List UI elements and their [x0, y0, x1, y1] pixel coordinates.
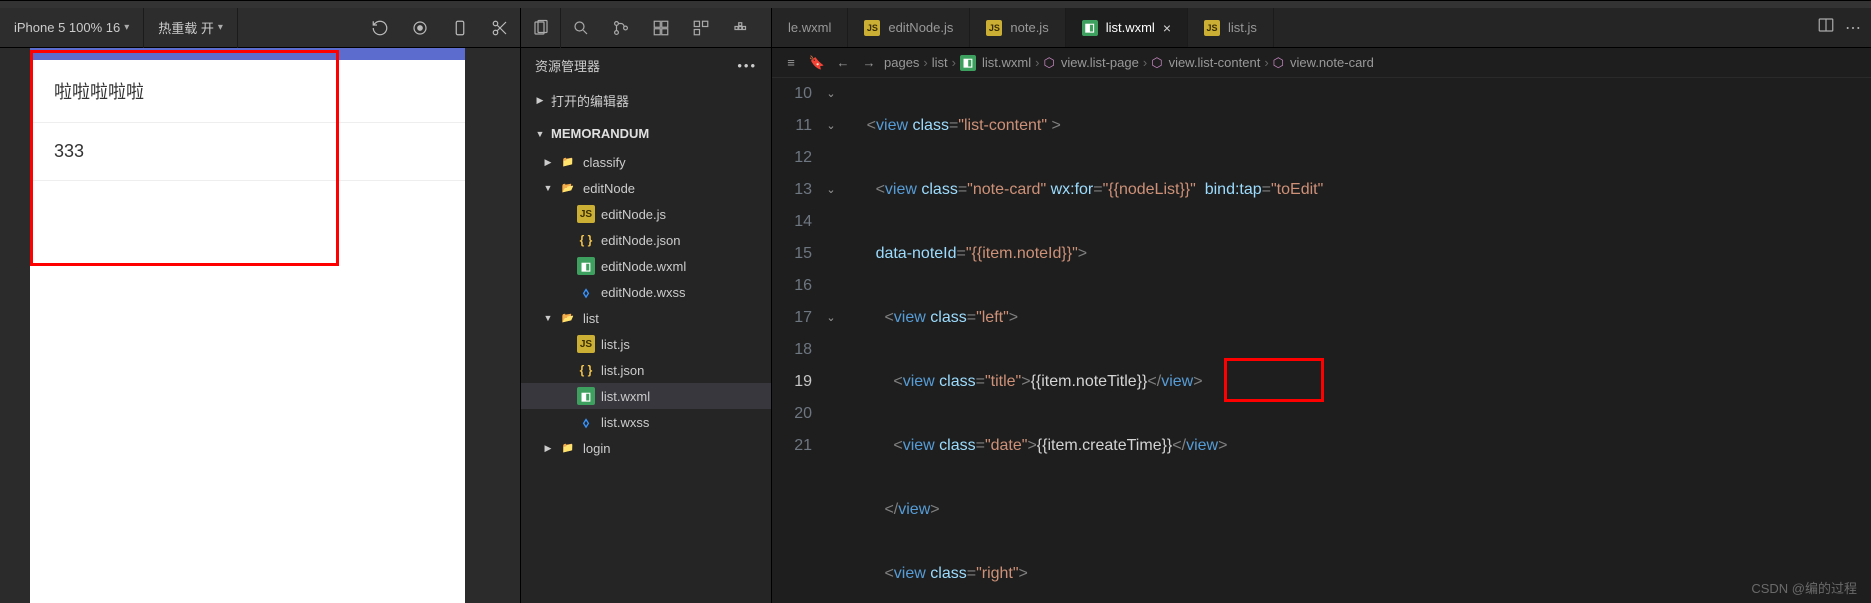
crumb-view1[interactable]: ⬡view.list-page [1043, 55, 1138, 71]
git-icon[interactable] [601, 8, 641, 48]
chevron-right-icon: ▶ [535, 95, 545, 106]
watermark: CSDN @编的过程 [1751, 578, 1857, 597]
tab-list-wxml[interactable]: ◧list.wxml× [1066, 8, 1188, 47]
close-icon[interactable]: × [1163, 20, 1171, 36]
line-gutter: 101112131415161718192021 [772, 78, 822, 603]
record-icon[interactable] [400, 8, 440, 48]
extensions-icon[interactable] [681, 8, 721, 48]
wxss-icon: ⬨ [577, 413, 595, 431]
json-icon: { } [577, 361, 595, 379]
folder-classify[interactable]: ▶📁classify [521, 149, 771, 175]
json-icon: { } [577, 231, 595, 249]
symbol-icon: ⬡ [1043, 55, 1054, 71]
editor-tabs: le.wxml JSeditNode.js JSnote.js ◧list.wx… [772, 8, 1871, 48]
editor-pane: le.wxml JSeditNode.js JSnote.js ◧list.wx… [772, 8, 1871, 603]
symbol-icon: ⬡ [1273, 55, 1284, 71]
device-label: iPhone 5 100% 16 [14, 20, 120, 35]
crumb-view3[interactable]: ⬡view.note-card [1273, 55, 1374, 71]
file-list-wxss[interactable]: ⬨list.wxss [521, 409, 771, 435]
device-frame-icon[interactable] [440, 8, 480, 48]
file-editnode-wxss[interactable]: ⬨editNode.wxss [521, 279, 771, 305]
tab-list-js[interactable]: JSlist.js [1188, 8, 1274, 47]
chevron-down-icon: ▾ [124, 22, 129, 33]
highlight-box-2 [1224, 358, 1324, 402]
code-editor[interactable]: 101112131415161718192021 ⌄⌄⌄⌄ <view clas… [772, 78, 1871, 603]
wxml-icon: ◧ [577, 387, 595, 405]
crumb-list[interactable]: list [932, 55, 948, 70]
tab-note-js[interactable]: JSnote.js [970, 8, 1065, 47]
file-list-json[interactable]: { }list.json [521, 357, 771, 383]
code-lines[interactable]: <view class="list-content" > <view class… [840, 78, 1871, 603]
docker-icon[interactable] [721, 8, 761, 48]
wxss-icon: ⬨ [577, 283, 595, 301]
open-editors-section[interactable]: ▶ 打开的编辑器 [521, 83, 771, 118]
sim-toolbar: iPhone 5 100% 16 ▾ 热重载 开 ▾ [0, 8, 520, 48]
chevron-down-icon: ▼ [535, 129, 545, 139]
folder-editnode[interactable]: ▼📂editNode [521, 175, 771, 201]
sim-viewport: 啦啦啦啦啦 333 [0, 48, 520, 603]
js-icon: JS [577, 335, 595, 353]
workspace-section[interactable]: ▼ MEMORANDUM [521, 118, 771, 149]
folder-icon: 📁 [559, 439, 577, 457]
tab-editnode-js[interactable]: JSeditNode.js [848, 8, 970, 47]
more-icon[interactable]: ••• [737, 58, 757, 73]
symbol-icon: ⬡ [1151, 55, 1162, 71]
note-item-1[interactable]: 啦啦啦啦啦 [30, 60, 465, 123]
list-icon[interactable]: ≡ [780, 52, 802, 74]
js-icon: JS [864, 20, 880, 36]
folder-login[interactable]: ▶📁login [521, 435, 771, 461]
back-icon[interactable]: ← [832, 52, 854, 74]
search-icon[interactable] [561, 8, 601, 48]
explorer-header: 资源管理器 ••• [521, 48, 771, 83]
refresh-icon[interactable] [360, 8, 400, 48]
tab-le-wxml[interactable]: le.wxml [772, 8, 848, 47]
wxml-icon: ◧ [960, 55, 976, 71]
crumb-pages[interactable]: pages [884, 55, 919, 70]
chevron-down-icon: ▾ [218, 22, 223, 33]
more-icon[interactable]: ⋯ [1845, 18, 1861, 38]
crumb-file[interactable]: ◧list.wxml [960, 55, 1031, 71]
folder-open-icon: 📂 [559, 309, 577, 327]
folder-open-icon: 📂 [559, 179, 577, 197]
file-list-js[interactable]: JSlist.js [521, 331, 771, 357]
note-item-2[interactable]: 333 [30, 123, 465, 181]
file-tree: ▶📁classify ▼📂editNode JSeditNode.js { }e… [521, 149, 771, 461]
file-editnode-json[interactable]: { }editNode.json [521, 227, 771, 253]
wxml-icon: ◧ [1082, 20, 1098, 36]
wxml-icon: ◧ [577, 257, 595, 275]
bookmark-icon[interactable]: 🔖 [806, 52, 828, 74]
breadcrumb: ≡ 🔖 ← → pages› list› ◧list.wxml› ⬡view.l… [772, 48, 1871, 78]
files-icon[interactable] [521, 8, 561, 48]
phone-statusbar [30, 48, 465, 60]
file-editnode-js[interactable]: JSeditNode.js [521, 201, 771, 227]
split-icon[interactable] [1817, 16, 1835, 39]
simulator-pane: iPhone 5 100% 16 ▾ 热重载 开 ▾ 啦啦啦啦啦 333 [0, 8, 521, 603]
fold-gutter: ⌄⌄⌄⌄ [822, 78, 840, 603]
layout-icon[interactable] [641, 8, 681, 48]
js-icon: JS [1204, 20, 1220, 36]
hot-reload-toggle[interactable]: 热重载 开 ▾ [144, 8, 238, 48]
explorer-pane: 资源管理器 ••• ▶ 打开的编辑器 ▼ MEMORANDUM ▶📁classi… [521, 8, 772, 603]
phone-frame: 啦啦啦啦啦 333 [30, 48, 465, 603]
device-selector[interactable]: iPhone 5 100% 16 ▾ [0, 8, 144, 48]
js-icon: JS [986, 20, 1002, 36]
forward-icon[interactable]: → [858, 52, 880, 74]
file-editnode-wxml[interactable]: ◧editNode.wxml [521, 253, 771, 279]
cut-icon[interactable] [480, 8, 520, 48]
crumb-view2[interactable]: ⬡view.list-content [1151, 55, 1260, 71]
explorer-toolbar [521, 8, 771, 48]
folder-list[interactable]: ▼📂list [521, 305, 771, 331]
folder-icon: 📁 [559, 153, 577, 171]
js-icon: JS [577, 205, 595, 223]
file-list-wxml[interactable]: ◧list.wxml [521, 383, 771, 409]
